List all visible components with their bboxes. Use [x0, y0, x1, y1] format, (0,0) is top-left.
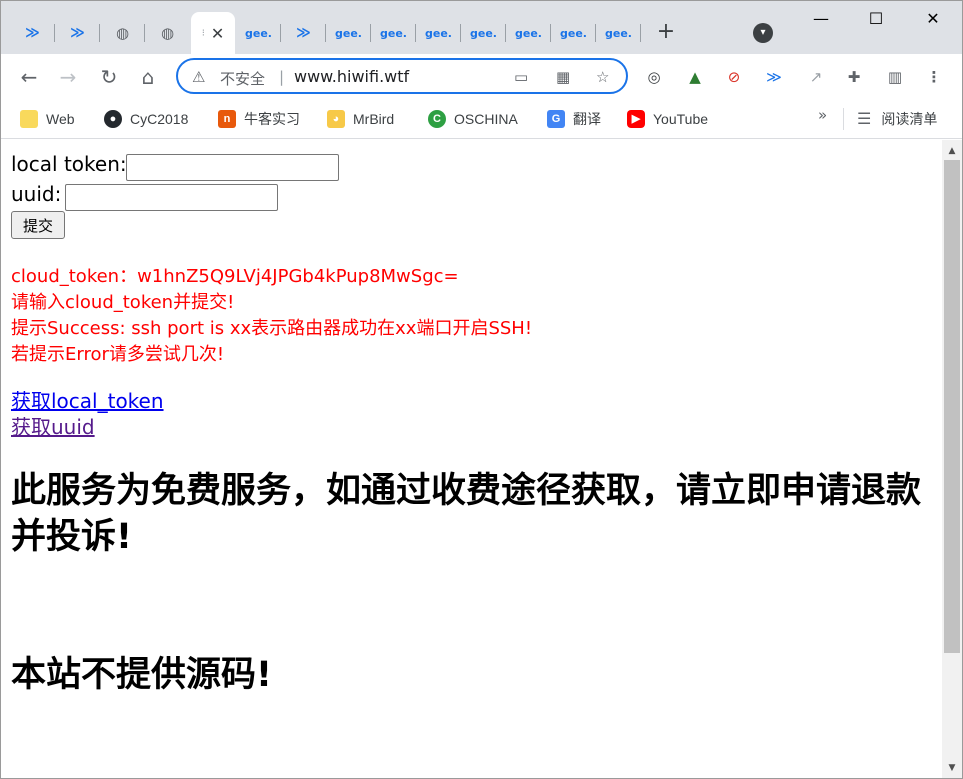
tab[interactable]: gee. — [506, 12, 551, 54]
home-button[interactable]: ⌂ — [133, 62, 163, 92]
minimize-button[interactable]: — — [798, 4, 844, 34]
forward-button[interactable]: → — [53, 62, 83, 92]
gee-icon: gee. — [605, 26, 632, 40]
chevron-stack-icon: ≫ — [296, 25, 311, 41]
tab[interactable]: ≫ — [281, 12, 326, 54]
bookmark-nowcoder[interactable]: n 牛客实习 — [218, 108, 300, 130]
menu-icon[interactable]: ⋮ — [923, 66, 945, 88]
tab[interactable]: gee. — [551, 12, 596, 54]
tab[interactable]: ≫ — [10, 12, 55, 54]
get-local-token-link[interactable]: 获取local_token — [11, 385, 164, 414]
gee-icon: gee. — [560, 26, 587, 40]
local-token-input[interactable] — [126, 154, 339, 181]
bookmark-web[interactable]: Web — [20, 108, 75, 130]
reading-list[interactable]: ☰ 阅读清单 — [857, 108, 937, 130]
gee-icon: gee. — [335, 26, 362, 40]
adblock-icon[interactable]: ⊘ — [723, 66, 745, 88]
blank-page-icon: ⁝ — [201, 27, 205, 39]
chevron-stack-icon: ≫ — [25, 25, 40, 41]
globe-icon: ◍ — [115, 24, 130, 42]
star-icon[interactable]: ☆ — [596, 68, 609, 86]
local-token-row: local token: — [11, 152, 339, 181]
divider: | — [279, 68, 285, 86]
cast-icon[interactable]: ▭ — [514, 68, 528, 86]
cloud-token-message: cloud_token：w1hnZ5Q9LVj4JPGb4kPup8MwSgc= — [11, 266, 459, 287]
instruction-message: 请输入cloud_token并提交! — [11, 292, 235, 313]
bookmark-oschina[interactable]: C OSCHINA — [428, 108, 518, 130]
get-uuid-link[interactable]: 获取uuid — [11, 411, 95, 440]
extension-icon[interactable]: ▲ — [684, 66, 706, 88]
reading-list-icon: ☰ — [857, 111, 872, 128]
scrollbar-thumb[interactable] — [944, 160, 960, 653]
bookmark-translate[interactable]: G 翻译 — [547, 108, 601, 130]
folder-icon — [20, 110, 38, 128]
chevron-stack-icon: ≫ — [70, 25, 85, 41]
tab[interactable]: gee. — [596, 12, 641, 54]
gee-icon: gee. — [425, 26, 452, 40]
divider — [843, 108, 844, 130]
tab-active[interactable]: ⁝ ✕ — [191, 12, 235, 54]
chevron-stack-icon[interactable]: ≫ — [763, 66, 785, 88]
tab[interactable]: gee. — [416, 12, 461, 54]
bookmark-mrbird[interactable]: ◕ MrBird — [327, 108, 394, 130]
nowcoder-icon: n — [218, 110, 236, 128]
local-token-label: local token: — [11, 152, 127, 176]
tab[interactable]: ◍ — [100, 12, 145, 54]
tab[interactable]: gee. — [461, 12, 506, 54]
gee-icon: gee. — [380, 26, 407, 40]
uuid-input[interactable] — [65, 184, 278, 211]
gee-icon: gee. — [245, 26, 272, 40]
puzzle-icon[interactable]: ✚ — [843, 66, 865, 88]
qr-code-icon[interactable]: ▦ — [556, 68, 570, 86]
gee-icon: gee. — [470, 26, 497, 40]
trend-icon[interactable]: ↗ — [805, 66, 827, 88]
scroll-up-arrow[interactable]: ▲ — [942, 142, 962, 160]
globe-icon: ◍ — [160, 24, 175, 42]
tab-strip: ≫ ≫ ◍ ◍ ⁝ ✕ gee. ≫ gee. gee. gee. gee. g… — [0, 0, 963, 54]
youtube-icon: ▶ — [627, 110, 645, 128]
uuid-label: uuid: — [11, 182, 62, 206]
close-window-button[interactable]: ✕ — [910, 4, 956, 34]
success-hint-message: 提示Success: ssh port is xx表示路由器成功在xx端口开启S… — [11, 318, 533, 339]
tab[interactable]: ≫ — [55, 12, 100, 54]
gee-icon: gee. — [515, 26, 542, 40]
back-button[interactable]: ← — [14, 62, 44, 92]
reload-button[interactable]: ↻ — [94, 62, 124, 92]
no-source-notice: 本站不提供源码! — [11, 655, 272, 695]
bookmarks-overflow-button[interactable]: » — [818, 106, 827, 124]
url-text[interactable]: www.hiwifi.wtf — [294, 67, 409, 86]
oschina-icon: C — [428, 110, 446, 128]
bookmark-youtube[interactable]: ▶ YouTube — [627, 108, 708, 130]
error-hint-message: 若提示Error请多尝试几次! — [11, 344, 225, 365]
bird-icon: ◕ — [327, 110, 345, 128]
tab[interactable]: gee. — [236, 12, 281, 54]
page-content: local token: uuid: 提交 cloud_token：w1hnZ5… — [1, 140, 942, 779]
maximize-button[interactable]: ☐ — [853, 4, 899, 34]
submit-button[interactable]: 提交 — [11, 211, 65, 239]
github-icon: ● — [104, 110, 122, 128]
close-tab-icon[interactable]: ✕ — [211, 24, 224, 43]
tab[interactable]: ◍ — [145, 12, 190, 54]
scroll-down-arrow[interactable]: ▼ — [942, 759, 962, 777]
bookmark-cyc2018[interactable]: ● CyC2018 — [104, 108, 188, 130]
new-tab-button[interactable]: + — [652, 18, 680, 46]
tab-search-button[interactable]: ▾ — [753, 23, 773, 43]
free-service-notice: 此服务为免费服务，如通过收费途径获取，请立即申请退款并投诉! — [11, 471, 922, 557]
address-bar[interactable]: ⚠ 不安全 | www.hiwifi.wtf ▭ ▦ ☆ — [176, 58, 628, 94]
translate-icon: G — [547, 110, 565, 128]
toolbar: ← → ↻ ⌂ ⚠ 不安全 | www.hiwifi.wtf ▭ ▦ ☆ ◎ ▲… — [0, 54, 963, 100]
warning-icon[interactable]: ⚠ — [192, 68, 205, 86]
security-label[interactable]: 不安全 — [220, 68, 265, 89]
tab[interactable]: gee. — [371, 12, 416, 54]
tab[interactable]: gee. — [326, 12, 371, 54]
trash-icon[interactable]: ▥ — [884, 66, 906, 88]
uuid-row: uuid: — [11, 182, 278, 211]
extension-icon[interactable]: ◎ — [643, 66, 665, 88]
